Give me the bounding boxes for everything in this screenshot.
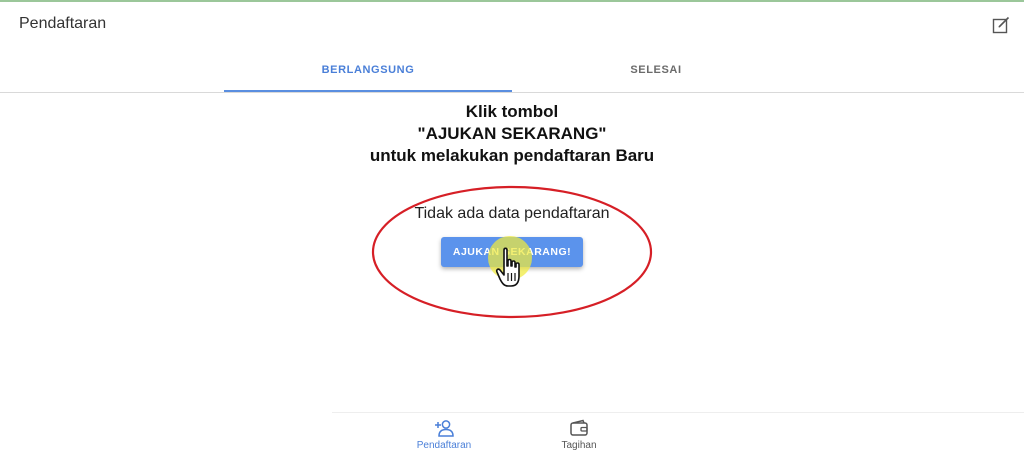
nav-label-tagihan: Tagihan xyxy=(561,440,597,451)
top-accent-line xyxy=(0,0,1024,2)
tab-selesai[interactable]: SELESAI xyxy=(512,52,800,92)
instruction-line-1: Klik tombol xyxy=(465,102,559,121)
nav-item-pendaftaran[interactable]: Pendaftaran xyxy=(399,419,489,451)
nav-item-tagihan[interactable]: Tagihan xyxy=(534,419,624,451)
submit-registration-button[interactable]: AJUKAN SEKARANG! xyxy=(441,237,583,267)
add-person-icon xyxy=(435,420,454,437)
instruction-line-3: untuk melakukan pendaftaran Baru xyxy=(369,146,655,165)
bottom-navigation: Pendaftaran Tagihan xyxy=(332,412,1024,454)
instruction-text: Klik tombol "AJUKAN SEKARANG" untuk mela… xyxy=(262,101,762,167)
edit-icon[interactable] xyxy=(991,15,1011,35)
tab-berlangsung[interactable]: BERLANGSUNG xyxy=(224,52,512,92)
wallet-icon xyxy=(570,419,588,436)
nav-label-pendaftaran: Pendaftaran xyxy=(416,440,472,451)
tab-bar: BERLANGSUNG SELESAI xyxy=(0,52,1024,93)
instruction-line-2: "AJUKAN SEKARANG" xyxy=(417,124,607,143)
empty-state-message: Tidak ada data pendaftaran xyxy=(414,205,610,222)
page-title: Pendaftaran xyxy=(19,15,107,32)
